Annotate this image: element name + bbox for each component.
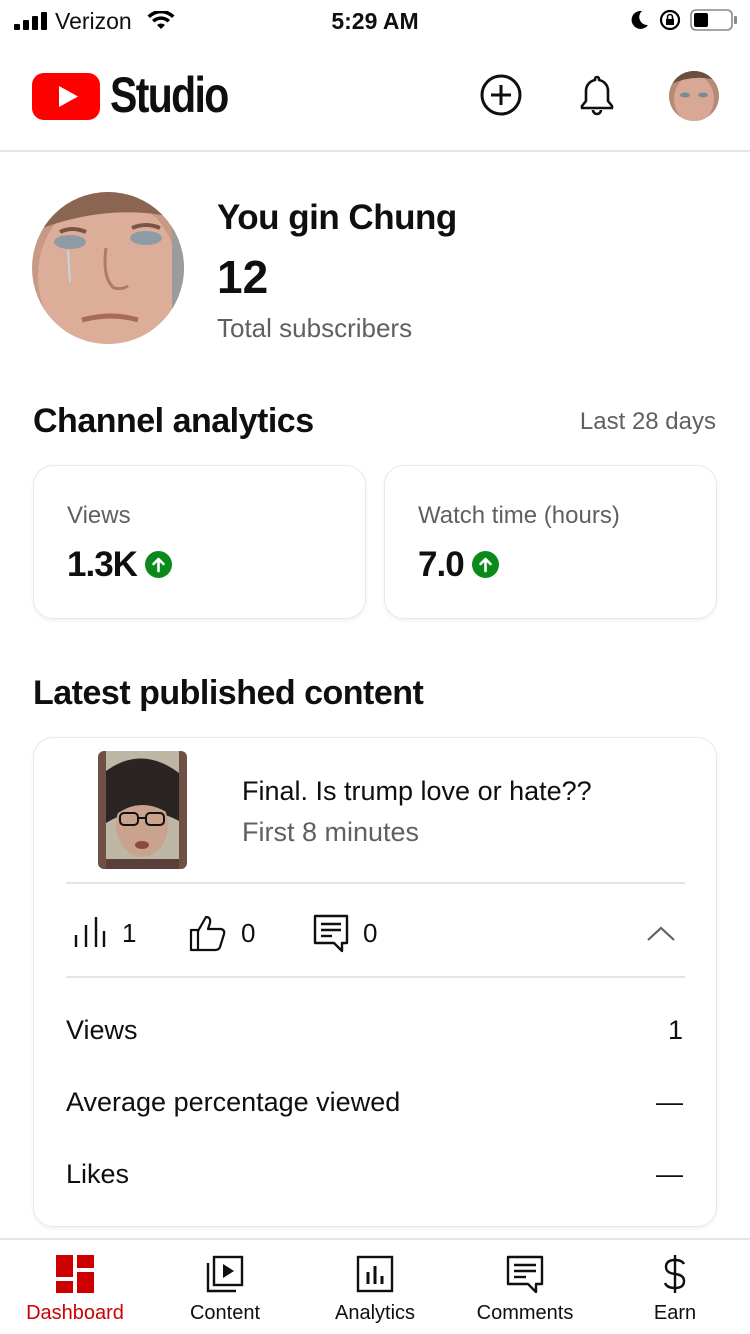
detail-views-value: 1 <box>667 1015 683 1045</box>
youtube-logo-icon[interactable] <box>32 73 100 120</box>
latest-content-title: Latest published content <box>33 674 424 712</box>
latest-content-card: Final. Is trump love or hate?? First 8 m… <box>33 737 717 1227</box>
nav-dashboard[interactable]: Dashboard <box>0 1240 150 1334</box>
video-title[interactable]: Final. Is trump love or hate?? <box>242 776 592 807</box>
watch-time-label: Watch time (hours) <box>418 502 620 529</box>
dollar-icon <box>663 1255 686 1293</box>
divider <box>66 882 685 884</box>
rotation-lock-icon <box>659 9 681 31</box>
arrow-up-icon <box>144 550 172 578</box>
like-icon <box>189 915 226 952</box>
watch-time-value: 7.0 <box>418 545 499 585</box>
views-card[interactable]: Views 1.3K <box>33 465 366 619</box>
likes-count: 0 <box>241 918 256 948</box>
watch-time-card[interactable]: Watch time (hours) 7.0 <box>384 465 717 619</box>
nav-analytics[interactable]: Analytics <box>300 1240 450 1334</box>
analytics-date-range: Last 28 days <box>579 408 716 435</box>
arrow-up-icon <box>471 550 499 578</box>
comments-icon <box>506 1255 544 1294</box>
detail-views-label: Views <box>66 1015 138 1045</box>
views-value: 1.3K <box>67 545 172 585</box>
channel-analytics-title: Channel analytics <box>33 402 314 440</box>
detail-likes-label: Likes <box>66 1159 130 1189</box>
video-subtitle: First 8 minutes <box>242 817 420 847</box>
views-number: 1.3K <box>67 545 138 584</box>
video-thumbnail[interactable] <box>98 751 187 869</box>
nav-content[interactable]: Content <box>150 1240 300 1334</box>
subscriber-count: 12 <box>217 251 269 303</box>
nav-dashboard-label: Dashboard <box>26 1302 124 1324</box>
moon-icon <box>631 10 648 29</box>
detail-avg-percentage-label: Average percentage viewed <box>66 1087 401 1117</box>
detail-avg-percentage-value: — <box>656 1087 683 1117</box>
comments-count: 0 <box>363 918 378 948</box>
app-header: Studio <box>0 44 750 152</box>
nav-analytics-label: Analytics <box>334 1302 416 1324</box>
channel-avatar[interactable] <box>32 192 184 344</box>
analytics-icon <box>356 1255 394 1293</box>
nav-content-label: Content <box>189 1302 261 1324</box>
subscriber-label: Total subscribers <box>217 313 413 343</box>
bell-icon[interactable] <box>574 72 620 118</box>
nav-earn-label: Earn <box>653 1302 697 1324</box>
nav-earn[interactable]: Earn <box>600 1240 750 1334</box>
create-icon[interactable] <box>478 72 524 118</box>
content-icon <box>206 1255 244 1293</box>
watch-time-number: 7.0 <box>418 545 465 584</box>
views-label: Views <box>67 502 131 529</box>
views-icon <box>74 917 106 947</box>
views-count: 1 <box>122 918 137 948</box>
dashboard-icon <box>56 1255 94 1293</box>
account-avatar[interactable] <box>669 71 719 121</box>
bottom-navigation: Dashboard Content Analytics Comments Ear… <box>0 1238 750 1334</box>
nav-comments[interactable]: Comments <box>450 1240 600 1334</box>
chevron-up-icon[interactable] <box>646 918 676 948</box>
app-title: Studio <box>110 67 229 123</box>
nav-comments-label: Comments <box>476 1302 574 1324</box>
channel-name: You gin Chung <box>217 198 457 237</box>
battery-icon <box>690 9 737 31</box>
detail-likes-value: — <box>656 1159 683 1189</box>
divider <box>66 976 685 978</box>
comment-icon <box>313 914 349 953</box>
status-bar: Verizon 5:29 AM <box>0 0 750 44</box>
